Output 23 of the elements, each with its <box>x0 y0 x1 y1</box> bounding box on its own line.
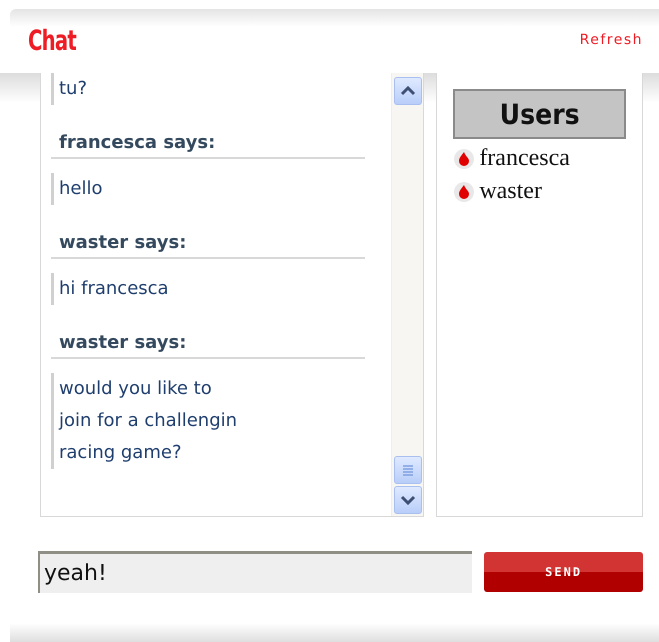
author-heading: waster says: <box>51 219 366 260</box>
chat-title: Chat <box>28 24 76 57</box>
scroll-down-button[interactable] <box>394 486 422 514</box>
message-text: tu? <box>51 73 366 106</box>
send-button[interactable]: SEND <box>484 552 643 592</box>
scroll-thumb[interactable] <box>394 456 422 484</box>
author-heading: francesca says: <box>51 119 366 160</box>
scroll-down-icon <box>400 495 416 506</box>
author-heading: waster says: <box>51 319 366 360</box>
user-name[interactable]: waster <box>479 178 542 206</box>
users-heading: Users <box>453 89 626 140</box>
user-name[interactable]: francesca <box>479 145 570 172</box>
message-text: would you like to join for a challengin racing game? <box>51 373 366 470</box>
scroll-up-button[interactable] <box>394 77 422 106</box>
refresh-link[interactable]: Refresh <box>580 32 643 48</box>
message-text: hello <box>51 173 366 206</box>
message-text: hi francesca <box>51 273 366 306</box>
user-status-icon <box>453 180 476 203</box>
user-status-icon <box>453 148 476 170</box>
scroll-up-icon <box>400 86 416 96</box>
message-input[interactable]: yeah! <box>38 551 472 594</box>
scrollbar[interactable] <box>391 73 424 516</box>
grip-icon <box>402 464 414 476</box>
